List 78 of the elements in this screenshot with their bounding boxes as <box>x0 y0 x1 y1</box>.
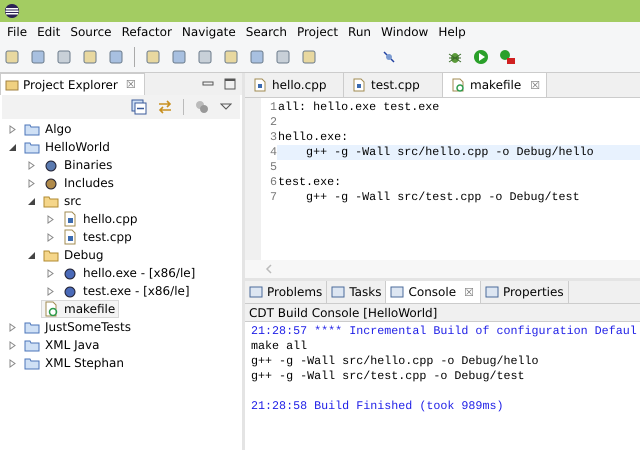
menu-item[interactable]: Navigate <box>176 25 241 39</box>
expand-arrow-icon[interactable] <box>46 268 55 278</box>
view-icon <box>484 285 499 299</box>
line-number: 4 <box>268 145 277 160</box>
menu-item[interactable]: Window <box>376 25 434 39</box>
line-number: 3 <box>268 130 277 145</box>
project-explorer-tab[interactable]: Project Explorer ☒ <box>0 73 145 95</box>
console-title: CDT Build Console [HelloWorld] <box>245 304 640 322</box>
menu-item[interactable]: Help <box>433 25 471 39</box>
tree-item[interactable]: HelloWorld <box>22 138 114 156</box>
editor-tab[interactable]: makefile ☒ <box>443 73 548 97</box>
makefile-icon <box>451 78 465 92</box>
view-icon <box>390 285 404 299</box>
pin-icon[interactable] <box>381 49 397 65</box>
code-line: g++ -g -Wall src/hello.cpp -o Debug/hello <box>305 145 594 159</box>
line-number: 2 <box>268 115 277 130</box>
filter-icon[interactable] <box>194 99 210 115</box>
tree-item[interactable]: test.exe - [x86/le] <box>60 282 194 300</box>
collapse-arrow-icon[interactable] <box>27 196 36 206</box>
tree-item[interactable]: XML Stephan <box>22 354 128 372</box>
tree-item[interactable]: Debug <box>41 246 108 264</box>
menu-item[interactable]: Refactor <box>116 25 177 39</box>
line-number: 6 <box>268 175 277 190</box>
expand-arrow-icon[interactable] <box>8 322 17 332</box>
console-line: make all <box>251 339 308 353</box>
run-icon[interactable] <box>473 49 489 65</box>
expand-arrow-icon[interactable] <box>27 160 36 170</box>
close-icon[interactable]: ☒ <box>530 78 540 92</box>
tree-item[interactable]: Includes <box>41 174 118 192</box>
tree-item[interactable]: Binaries <box>41 156 116 174</box>
app-logo-icon <box>4 3 20 19</box>
code-line: hello.exe: <box>278 130 348 144</box>
collapse-arrow-icon[interactable] <box>27 250 36 260</box>
menu-item[interactable]: Source <box>65 25 117 39</box>
view-tab[interactable]: Problems <box>245 281 328 303</box>
expand-arrow-icon[interactable] <box>8 124 17 134</box>
tree-item[interactable]: test.cpp <box>60 228 136 246</box>
expand-arrow-icon[interactable] <box>8 358 17 368</box>
code-line: test.exe: <box>278 175 342 189</box>
expand-arrow-icon[interactable] <box>46 286 55 296</box>
tree-item[interactable]: Algo <box>22 120 76 138</box>
editor-tab[interactable]: hello.cpp <box>245 73 344 97</box>
close-icon[interactable]: ☒ <box>126 78 136 91</box>
run-tools-icon[interactable] <box>499 49 515 65</box>
line-number: 1 <box>268 100 277 115</box>
console-line: g++ -g -Wall src/hello.cpp -o Debug/hello <box>251 354 539 368</box>
collapse-arrow-icon[interactable] <box>8 142 17 152</box>
menu-item[interactable]: Run <box>343 25 376 39</box>
collapse-all-icon[interactable] <box>131 99 147 115</box>
view-icon <box>331 285 346 299</box>
menu-item[interactable]: File <box>2 25 32 39</box>
view-icon <box>249 285 263 299</box>
code-line: g++ -g -Wall src/test.cpp -o Debug/test <box>305 190 580 204</box>
expand-arrow-icon[interactable] <box>46 214 55 224</box>
view-tab[interactable]: Properties <box>480 281 569 303</box>
close-icon[interactable]: ☒ <box>464 286 474 298</box>
console-line: 21:28:57 **** Incremental Build of configuration Defaul <box>251 324 637 338</box>
maximize-icon[interactable] <box>224 78 236 90</box>
menu-item[interactable]: Project <box>292 25 344 39</box>
makefile-icon <box>43 301 59 317</box>
code-line: all: hello.exe test.exe <box>278 100 440 114</box>
menu-item[interactable]: Edit <box>32 25 66 39</box>
tree-item[interactable]: makefile <box>41 300 120 318</box>
tree-item[interactable]: XML Java <box>22 336 104 354</box>
console-line: 21:28:58 Build Finished (took 989ms) <box>251 399 504 413</box>
tree-item[interactable]: hello.cpp <box>60 210 142 228</box>
expand-arrow-icon[interactable] <box>27 178 36 188</box>
menu-item[interactable]: Search <box>240 25 292 39</box>
link-arrows-icon[interactable] <box>157 99 173 115</box>
expand-arrow-icon[interactable] <box>46 232 55 242</box>
tree-item[interactable]: src <box>41 192 86 210</box>
tree-item[interactable]: hello.exe - [x86/le] <box>60 264 200 282</box>
expand-arrow-icon[interactable] <box>8 340 17 350</box>
console-line: g++ -g -Wall src/test.cpp -o Debug/test <box>251 369 525 383</box>
line-number: 7 <box>268 190 277 205</box>
tree-item[interactable]: JustSomeTests <box>22 318 136 336</box>
view-tab[interactable]: Console ☒ <box>386 281 481 303</box>
line-number: 5 <box>268 160 277 175</box>
